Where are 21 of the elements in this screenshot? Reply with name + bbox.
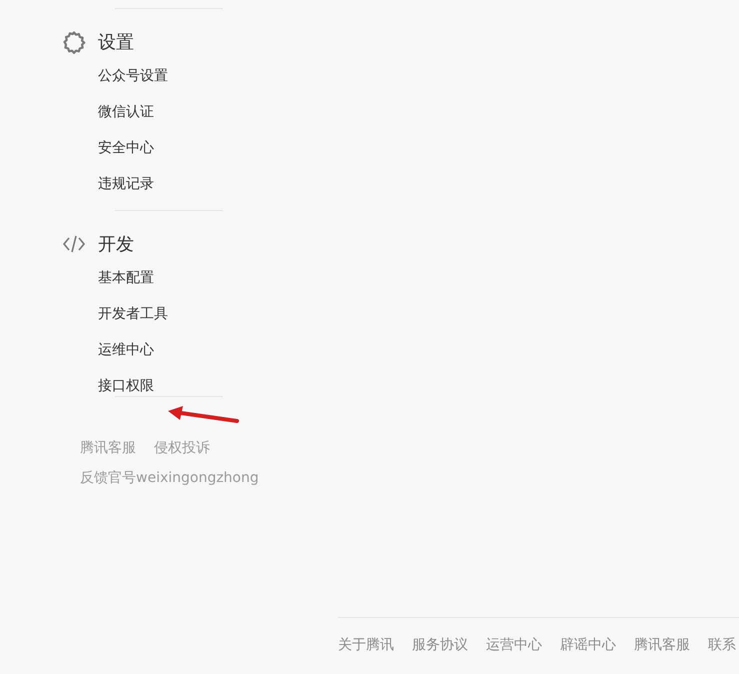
footer-link[interactable]: 腾讯客服 <box>634 635 690 655</box>
nav-item[interactable]: 违规记录 <box>98 174 262 194</box>
gear-icon <box>62 30 86 54</box>
nav-item[interactable]: 微信认证 <box>98 102 262 122</box>
footer-link[interactable]: 运营中心 <box>486 635 542 655</box>
arrow-drawing <box>168 406 239 423</box>
nav-item[interactable]: 基本配置 <box>98 268 262 288</box>
nav-item[interactable]: 开发者工具 <box>98 304 262 324</box>
footer-link[interactable]: 服务协议 <box>412 635 468 655</box>
footer-link[interactable]: 侵权投诉 <box>154 438 210 458</box>
footer-link[interactable]: 联系 <box>708 635 736 655</box>
nav-item[interactable]: 运维中心 <box>98 340 262 360</box>
nav-item[interactable]: 安全中心 <box>98 138 262 158</box>
nav-item[interactable]: 接口权限 <box>98 376 262 396</box>
nav-item[interactable]: 公众号设置 <box>98 66 262 86</box>
footer-link[interactable]: 关于腾讯 <box>338 635 394 655</box>
footer-link[interactable]: 辟谣中心 <box>560 635 616 655</box>
footer-link[interactable]: 反馈官号weixingongzhong <box>80 468 259 488</box>
footer-link[interactable]: 腾讯客服 <box>80 438 136 458</box>
section-title: 设置 <box>98 31 134 54</box>
section-title: 开发 <box>98 233 134 256</box>
